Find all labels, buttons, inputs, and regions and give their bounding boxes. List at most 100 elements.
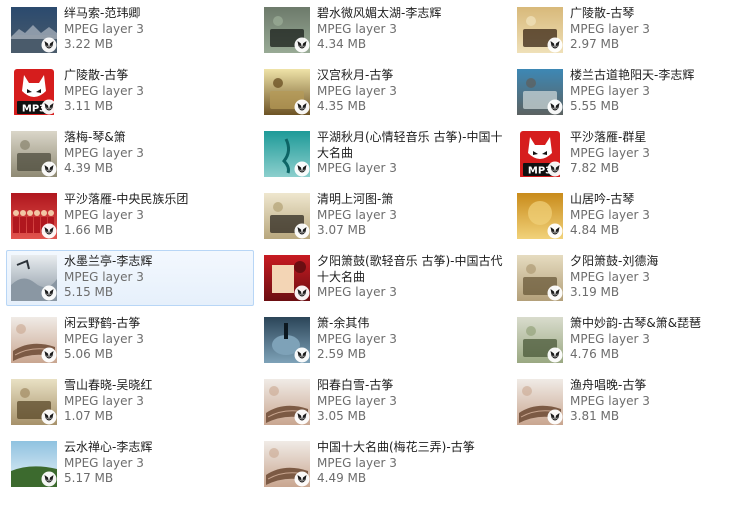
file-tile[interactable]: 碧水微风媚太湖-李志辉 MPEG layer 3 4.34 MB xyxy=(259,2,507,58)
file-tile[interactable]: 水墨兰亭-李志辉 MPEG layer 3 5.15 MB xyxy=(6,250,254,306)
file-name: 云水禅心-李志辉 xyxy=(64,440,153,454)
file-type: MPEG layer 3 xyxy=(317,393,397,408)
play-overlay-icon xyxy=(41,99,57,115)
file-size: 4.76 MB xyxy=(570,347,620,361)
play-overlay-icon xyxy=(547,285,563,301)
file-thumbnail xyxy=(264,193,310,239)
file-name: 雪山春晓-吴晓红 xyxy=(64,378,153,392)
file-info: 汉宫秋月-古筝 MPEG layer 3 4.35 MB xyxy=(317,68,509,115)
file-type: MPEG layer 3 xyxy=(64,145,144,160)
file-size: 5.06 MB xyxy=(64,347,114,361)
file-info: 平湖秋月(心情轻音乐 古筝)-中国十大名曲 MPEG layer 3 xyxy=(317,130,509,177)
play-overlay-icon xyxy=(547,409,563,425)
file-size: 3.81 MB xyxy=(570,409,620,423)
play-overlay-icon xyxy=(294,471,310,487)
file-name: 渔舟唱晚-古筝 xyxy=(570,378,647,392)
file-tile[interactable]: 落梅-琴&箫 MPEG layer 3 4.39 MB xyxy=(6,126,254,182)
file-name: 中国十大名曲(梅花三弄)-古筝 xyxy=(317,440,475,454)
file-tile[interactable]: 夕阳箫鼓(歌轻音乐 古筝)-中国古代十大名曲 MPEG layer 3 xyxy=(259,250,507,306)
file-info: 夕阳箫鼓-刘德海 MPEG layer 3 3.19 MB xyxy=(570,254,743,301)
play-overlay-icon xyxy=(294,409,310,425)
file-tile[interactable]: 雪山春晓-吴晓红 MPEG layer 3 1.07 MB xyxy=(6,374,254,430)
file-tile[interactable]: 云水禅心-李志辉 MPEG layer 3 5.17 MB xyxy=(6,436,254,492)
file-info: 雪山春晓-吴晓红 MPEG layer 3 1.07 MB xyxy=(64,378,256,425)
file-name: 平沙落雁-中央民族乐团 xyxy=(64,192,189,206)
file-info: 广陵散-古筝 MPEG layer 3 3.11 MB xyxy=(64,68,256,115)
file-thumbnail xyxy=(517,317,563,363)
file-thumbnail xyxy=(517,193,563,239)
file-info: 水墨兰亭-李志辉 MPEG layer 3 5.15 MB xyxy=(64,254,256,301)
play-overlay-icon xyxy=(547,161,563,177)
file-size: 3.11 MB xyxy=(64,99,114,113)
file-info: 云水禅心-李志辉 MPEG layer 3 5.17 MB xyxy=(64,440,256,487)
file-info: 平沙落雁-群星 MPEG layer 3 7.82 MB xyxy=(570,130,743,177)
file-name: 山居吟-古琴 xyxy=(570,192,635,206)
play-overlay-icon xyxy=(294,37,310,53)
file-size: 5.55 MB xyxy=(570,99,620,113)
file-thumbnail xyxy=(517,69,563,115)
file-thumbnail xyxy=(264,7,310,53)
file-size: 3.05 MB xyxy=(317,409,367,423)
file-type: MPEG layer 3 xyxy=(64,455,144,470)
file-info: 绊马索-范玮卿 MPEG layer 3 3.22 MB xyxy=(64,6,256,53)
file-thumbnail xyxy=(11,379,57,425)
file-tile[interactable]: MP3 平沙落雁-群星 MPEG layer 3 7.82 MB xyxy=(512,126,743,182)
play-overlay-icon xyxy=(294,285,310,301)
file-tile[interactable]: 中国十大名曲(梅花三弄)-古筝 MPEG layer 3 4.49 MB xyxy=(259,436,507,492)
file-tile[interactable]: 箫中妙韵-古琴&箫&琵琶 MPEG layer 3 4.76 MB xyxy=(512,312,743,368)
file-name: 广陵散-古筝 xyxy=(64,68,129,82)
file-size: 3.19 MB xyxy=(570,285,620,299)
file-size: 3.07 MB xyxy=(317,223,367,237)
file-tile[interactable]: 渔舟唱晚-古筝 MPEG layer 3 3.81 MB xyxy=(512,374,743,430)
file-tile[interactable]: 平沙落雁-中央民族乐团 MPEG layer 3 1.66 MB xyxy=(6,188,254,244)
file-type: MPEG layer 3 xyxy=(570,269,650,284)
play-overlay-icon xyxy=(41,161,57,177)
file-thumbnail: MP3 xyxy=(11,69,57,115)
file-size: 2.97 MB xyxy=(570,37,620,51)
play-overlay-icon xyxy=(547,37,563,53)
file-size: 2.59 MB xyxy=(317,347,367,361)
file-name: 阳春白雪-古筝 xyxy=(317,378,394,392)
file-type: MPEG layer 3 xyxy=(570,207,650,222)
file-tile[interactable]: MP3 广陵散-古筝 MPEG layer 3 3.11 MB xyxy=(6,64,254,120)
file-tile[interactable]: 闲云野鹤-古筝 MPEG layer 3 5.06 MB xyxy=(6,312,254,368)
file-type: MPEG layer 3 xyxy=(317,207,397,222)
file-type: MPEG layer 3 xyxy=(317,331,397,346)
file-name: 碧水微风媚太湖-李志辉 xyxy=(317,6,442,20)
file-tile[interactable]: 楼兰古道艳阳天-李志辉 MPEG layer 3 5.55 MB xyxy=(512,64,743,120)
file-tile[interactable]: 箫-余其伟 MPEG layer 3 2.59 MB xyxy=(259,312,507,368)
file-type: MPEG layer 3 xyxy=(64,269,144,284)
file-info: 箫中妙韵-古琴&箫&琵琶 MPEG layer 3 4.76 MB xyxy=(570,316,743,363)
file-thumbnail xyxy=(264,441,310,487)
play-overlay-icon xyxy=(294,223,310,239)
file-tile[interactable]: 广陵散-古琴 MPEG layer 3 2.97 MB xyxy=(512,2,743,58)
file-tile[interactable]: 阳春白雪-古筝 MPEG layer 3 3.05 MB xyxy=(259,374,507,430)
file-name: 广陵散-古琴 xyxy=(570,6,635,20)
file-size: 5.15 MB xyxy=(64,285,114,299)
file-type: MPEG layer 3 xyxy=(64,331,144,346)
play-overlay-icon xyxy=(41,285,57,301)
file-name: 落梅-琴&箫 xyxy=(64,130,126,144)
file-grid: 绊马索-范玮卿 MPEG layer 3 3.22 MB 碧水微风媚太湖-李志辉 MPE… xyxy=(0,0,743,507)
file-size: 4.49 MB xyxy=(317,471,367,485)
file-tile[interactable]: 汉宫秋月-古筝 MPEG layer 3 4.35 MB xyxy=(259,64,507,120)
file-type: MPEG layer 3 xyxy=(317,161,397,175)
file-info: 山居吟-古琴 MPEG layer 3 4.84 MB xyxy=(570,192,743,239)
play-overlay-icon xyxy=(547,347,563,363)
file-size: 5.17 MB xyxy=(64,471,114,485)
file-tile[interactable]: 清明上河图-箫 MPEG layer 3 3.07 MB xyxy=(259,188,507,244)
file-name: 清明上河图-箫 xyxy=(317,192,394,206)
file-type: MPEG layer 3 xyxy=(570,21,650,36)
file-tile[interactable]: 夕阳箫鼓-刘德海 MPEG layer 3 3.19 MB xyxy=(512,250,743,306)
file-tile[interactable]: 绊马索-范玮卿 MPEG layer 3 3.22 MB xyxy=(6,2,254,58)
file-thumbnail xyxy=(11,193,57,239)
file-tile[interactable]: 平湖秋月(心情轻音乐 古筝)-中国十大名曲 MPEG layer 3 xyxy=(259,126,507,182)
file-info: 夕阳箫鼓(歌轻音乐 古筝)-中国古代十大名曲 MPEG layer 3 xyxy=(317,254,509,301)
file-thumbnail xyxy=(11,131,57,177)
file-size: 4.35 MB xyxy=(317,99,367,113)
play-overlay-icon xyxy=(294,99,310,115)
file-name: 平沙落雁-群星 xyxy=(570,130,647,144)
file-tile[interactable]: 山居吟-古琴 MPEG layer 3 4.84 MB xyxy=(512,188,743,244)
file-info: 平沙落雁-中央民族乐团 MPEG layer 3 1.66 MB xyxy=(64,192,256,239)
play-overlay-icon xyxy=(41,223,57,239)
